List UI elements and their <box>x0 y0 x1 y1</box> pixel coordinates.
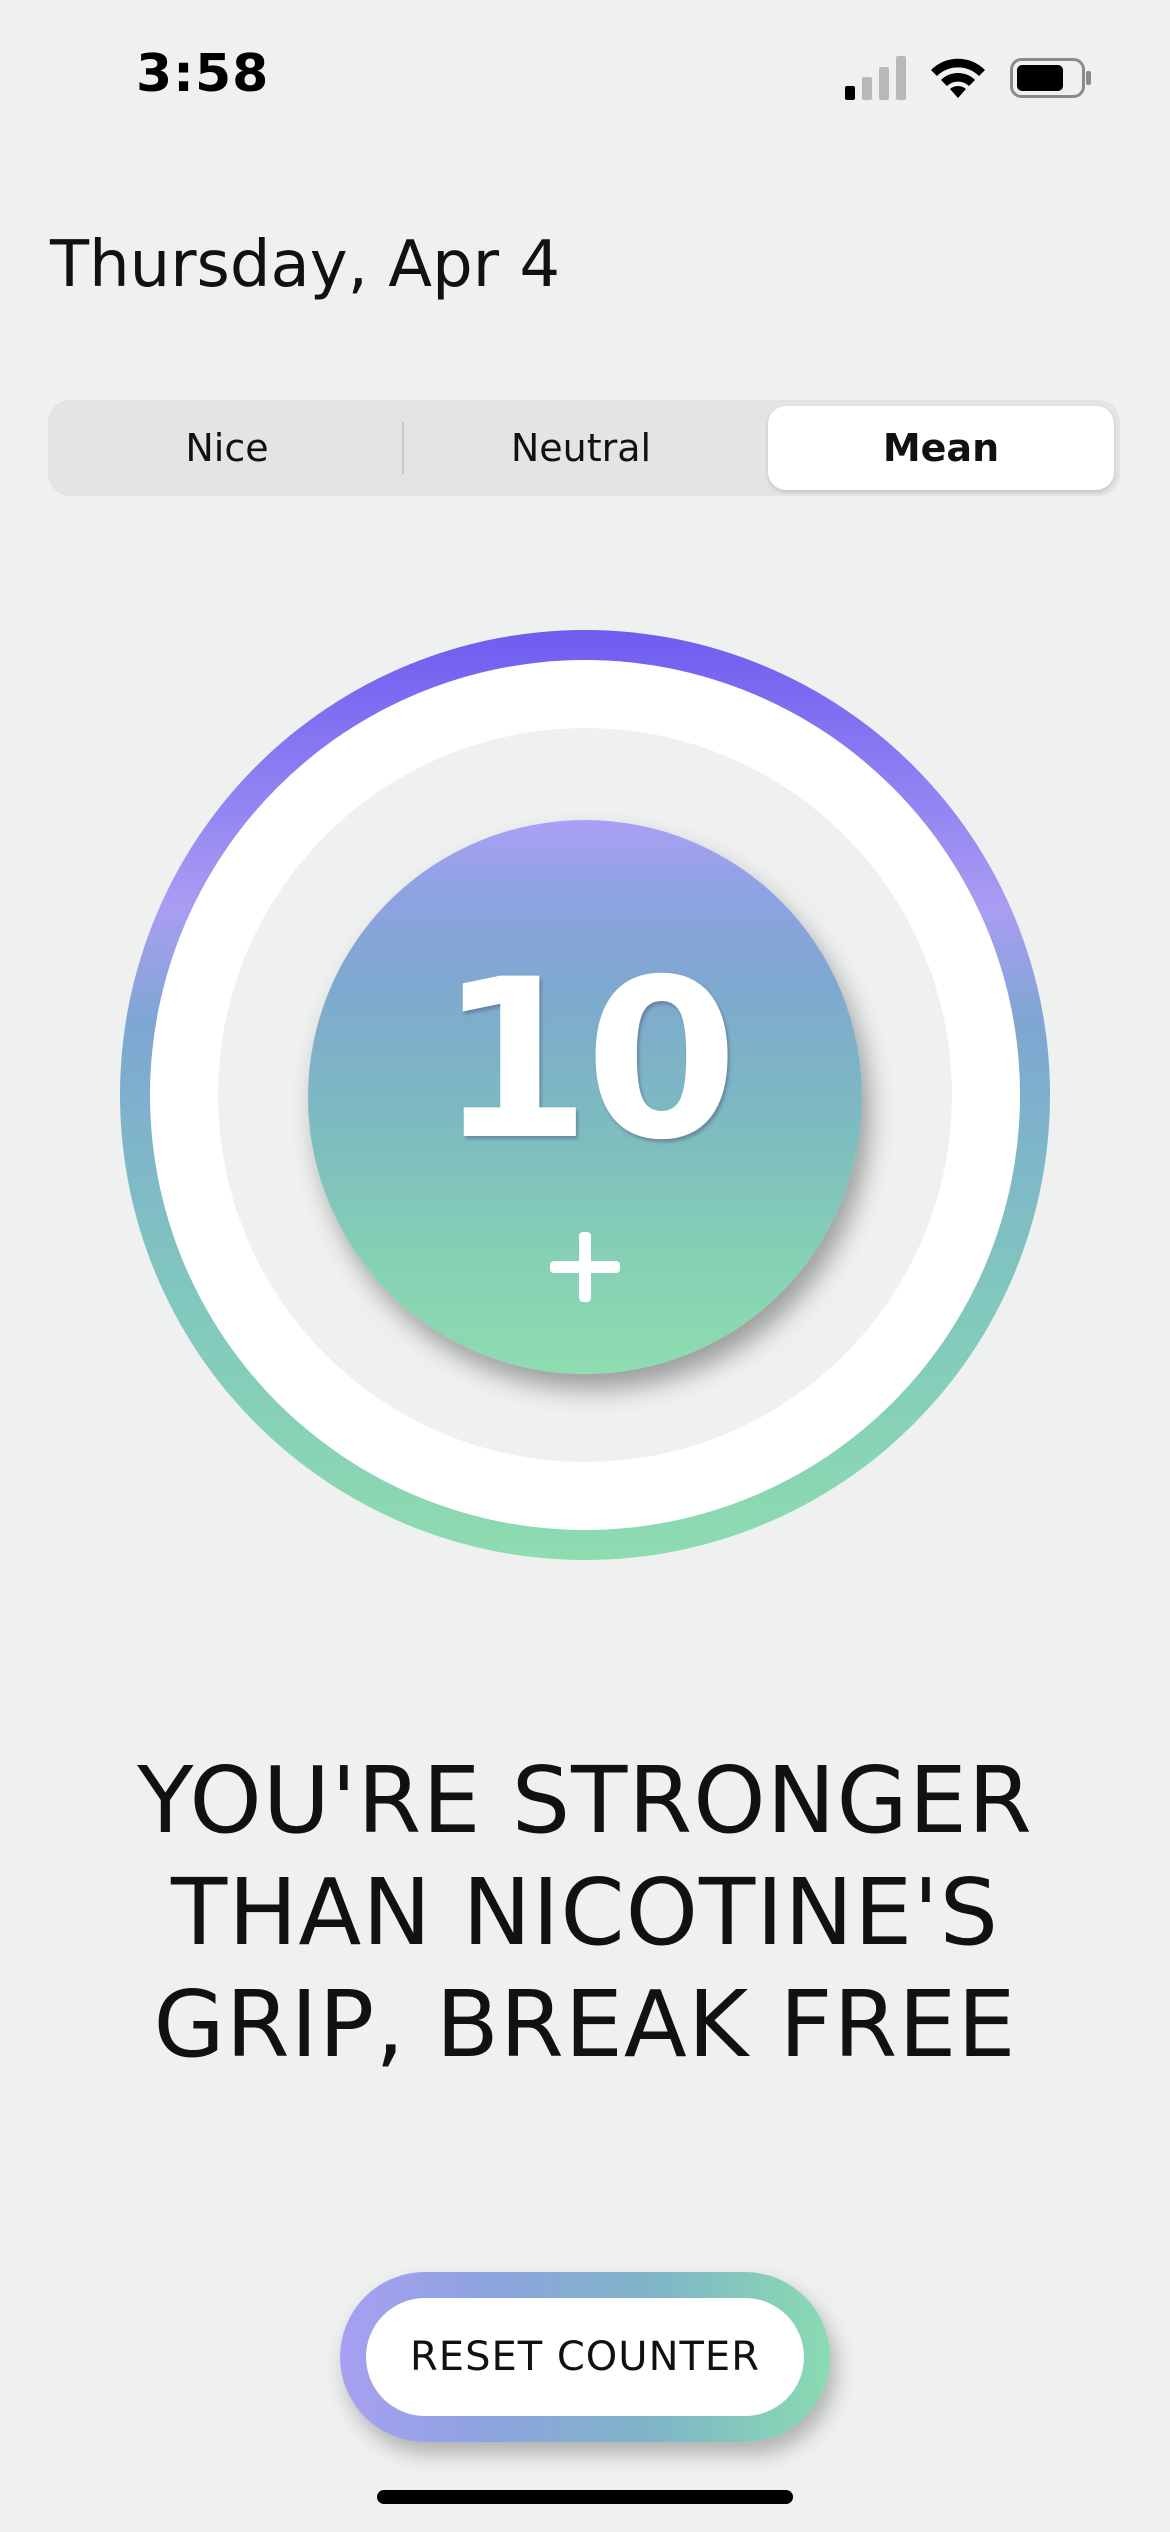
reset-counter-label: RESET COUNTER <box>366 2298 804 2416</box>
message-line: YOU'RE STRONGER <box>137 1747 1033 1854</box>
tone-segmented-control: Nice Neutral Mean <box>48 400 1120 496</box>
segment-mean[interactable]: Mean <box>768 406 1114 490</box>
reset-counter-button[interactable]: RESET COUNTER <box>340 2272 830 2442</box>
increment-button[interactable]: 10 <box>308 820 862 1374</box>
segment-nice[interactable]: Nice <box>54 406 400 490</box>
status-icons <box>845 56 1091 100</box>
plus-icon <box>550 1232 620 1302</box>
status-time: 3:58 <box>136 44 270 104</box>
home-indicator[interactable] <box>377 2490 793 2504</box>
date-title: Thursday, Apr 4 <box>50 228 561 302</box>
battery-icon <box>1010 58 1091 98</box>
counter-value: 10 <box>437 932 738 1188</box>
counter-dial: 10 <box>120 630 1050 1560</box>
segment-divider <box>402 422 404 474</box>
cellular-signal-icon <box>845 56 906 100</box>
wifi-icon <box>931 58 985 98</box>
message-line: THAN NICOTINE'S <box>171 1859 999 1966</box>
message-line: GRIP, BREAK FREE <box>153 1971 1017 2078</box>
motivational-message: YOU'RE STRONGER THAN NICOTINE'S GRIP, BR… <box>60 1745 1110 2081</box>
segment-neutral[interactable]: Neutral <box>408 406 754 490</box>
